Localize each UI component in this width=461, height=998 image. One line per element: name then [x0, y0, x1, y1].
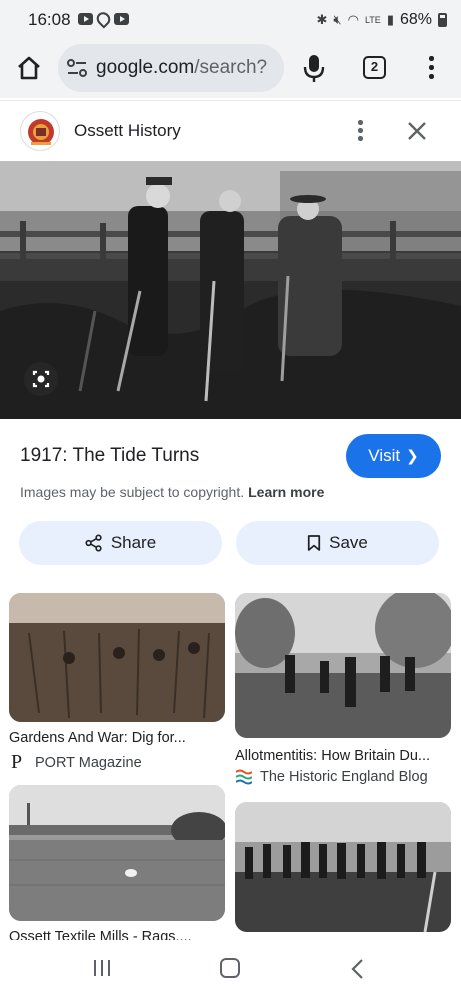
youtube-notification-icon: [78, 13, 93, 25]
copyright-text: Images may be subject to copyright.: [20, 484, 245, 500]
bookmark-icon: [308, 535, 321, 551]
related-thumbnail[interactable]: [9, 785, 225, 921]
save-button[interactable]: Save: [236, 521, 439, 565]
related-source[interactable]: The Historic England Blog: [236, 769, 428, 785]
more-options-icon[interactable]: [350, 117, 370, 143]
related-thumbnail[interactable]: [9, 593, 225, 722]
notification-icons: [78, 9, 129, 29]
url-path: /search?: [194, 57, 268, 78]
browser-menu-icon[interactable]: [422, 54, 440, 82]
url-text[interactable]: google.com/search?: [96, 57, 267, 79]
related-thumbnail[interactable]: [235, 593, 451, 738]
visit-label: Visit: [368, 446, 401, 465]
share-button[interactable]: Share: [19, 521, 222, 565]
related-caption[interactable]: Gardens And War: Dig for...: [9, 730, 186, 746]
battery-icon: [438, 13, 447, 27]
result-panel-header: Ossett History: [0, 100, 461, 160]
status-bar: 16:08 ✱ 🔇︎ ◠ LTE ▮ 68%: [0, 0, 461, 40]
share-icon: [85, 534, 102, 552]
network-type: LTE: [364, 14, 381, 25]
related-thumbnail[interactable]: [235, 802, 451, 932]
port-magazine-logo-icon: P: [11, 751, 23, 773]
related-source-label: PORT Magazine: [35, 754, 142, 771]
recents-icon[interactable]: [92, 959, 112, 977]
url-host: google.com: [96, 57, 195, 78]
bluetooth-icon: ✱: [316, 12, 328, 27]
mic-icon[interactable]: [303, 53, 325, 83]
location-icon: [93, 9, 114, 29]
home-nav-icon[interactable]: [220, 958, 240, 978]
status-time: 16:08: [28, 10, 71, 29]
home-icon[interactable]: [16, 55, 42, 81]
site-name[interactable]: Ossett History: [74, 121, 181, 141]
status-right-icons: ✱ 🔇︎ ◠ LTE ▮ 68%: [317, 11, 447, 29]
lens-search-button[interactable]: [24, 362, 58, 396]
mute-icon: 🔇︎: [333, 12, 342, 27]
wifi-icon: ◠: [347, 12, 359, 27]
tab-switcher-button[interactable]: 2: [363, 56, 386, 79]
signal-icon: ▮: [386, 12, 394, 27]
main-image[interactable]: [0, 161, 461, 419]
back-icon[interactable]: [350, 958, 364, 980]
battery-percent: 68%: [399, 11, 432, 28]
chevron-right-icon: ❯: [406, 448, 419, 465]
site-logo: [20, 111, 60, 151]
learn-more-link[interactable]: Learn more: [248, 484, 324, 500]
browser-toolbar: google.com/search? 2: [0, 40, 461, 98]
visit-button[interactable]: Visit ❯: [346, 434, 441, 478]
historic-england-logo-icon: [236, 769, 252, 785]
related-source-label: The Historic England Blog: [260, 769, 428, 785]
google-lens-icon: [32, 370, 50, 388]
save-label: Save: [329, 533, 368, 552]
site-settings-icon[interactable]: [66, 58, 88, 78]
youtube-notification-icon: [114, 13, 129, 25]
system-nav-bar: [0, 940, 461, 998]
copyright-notice: Images may be subject to copyright. Learn…: [20, 484, 324, 500]
close-icon[interactable]: [405, 119, 429, 143]
url-bar[interactable]: google.com/search?: [58, 44, 284, 92]
related-caption[interactable]: Allotmentitis: How Britain Du...: [235, 748, 430, 764]
related-source[interactable]: P PORT Magazine: [11, 751, 142, 774]
share-label: Share: [110, 533, 157, 552]
image-title[interactable]: 1917: The Tide Turns: [20, 445, 199, 467]
